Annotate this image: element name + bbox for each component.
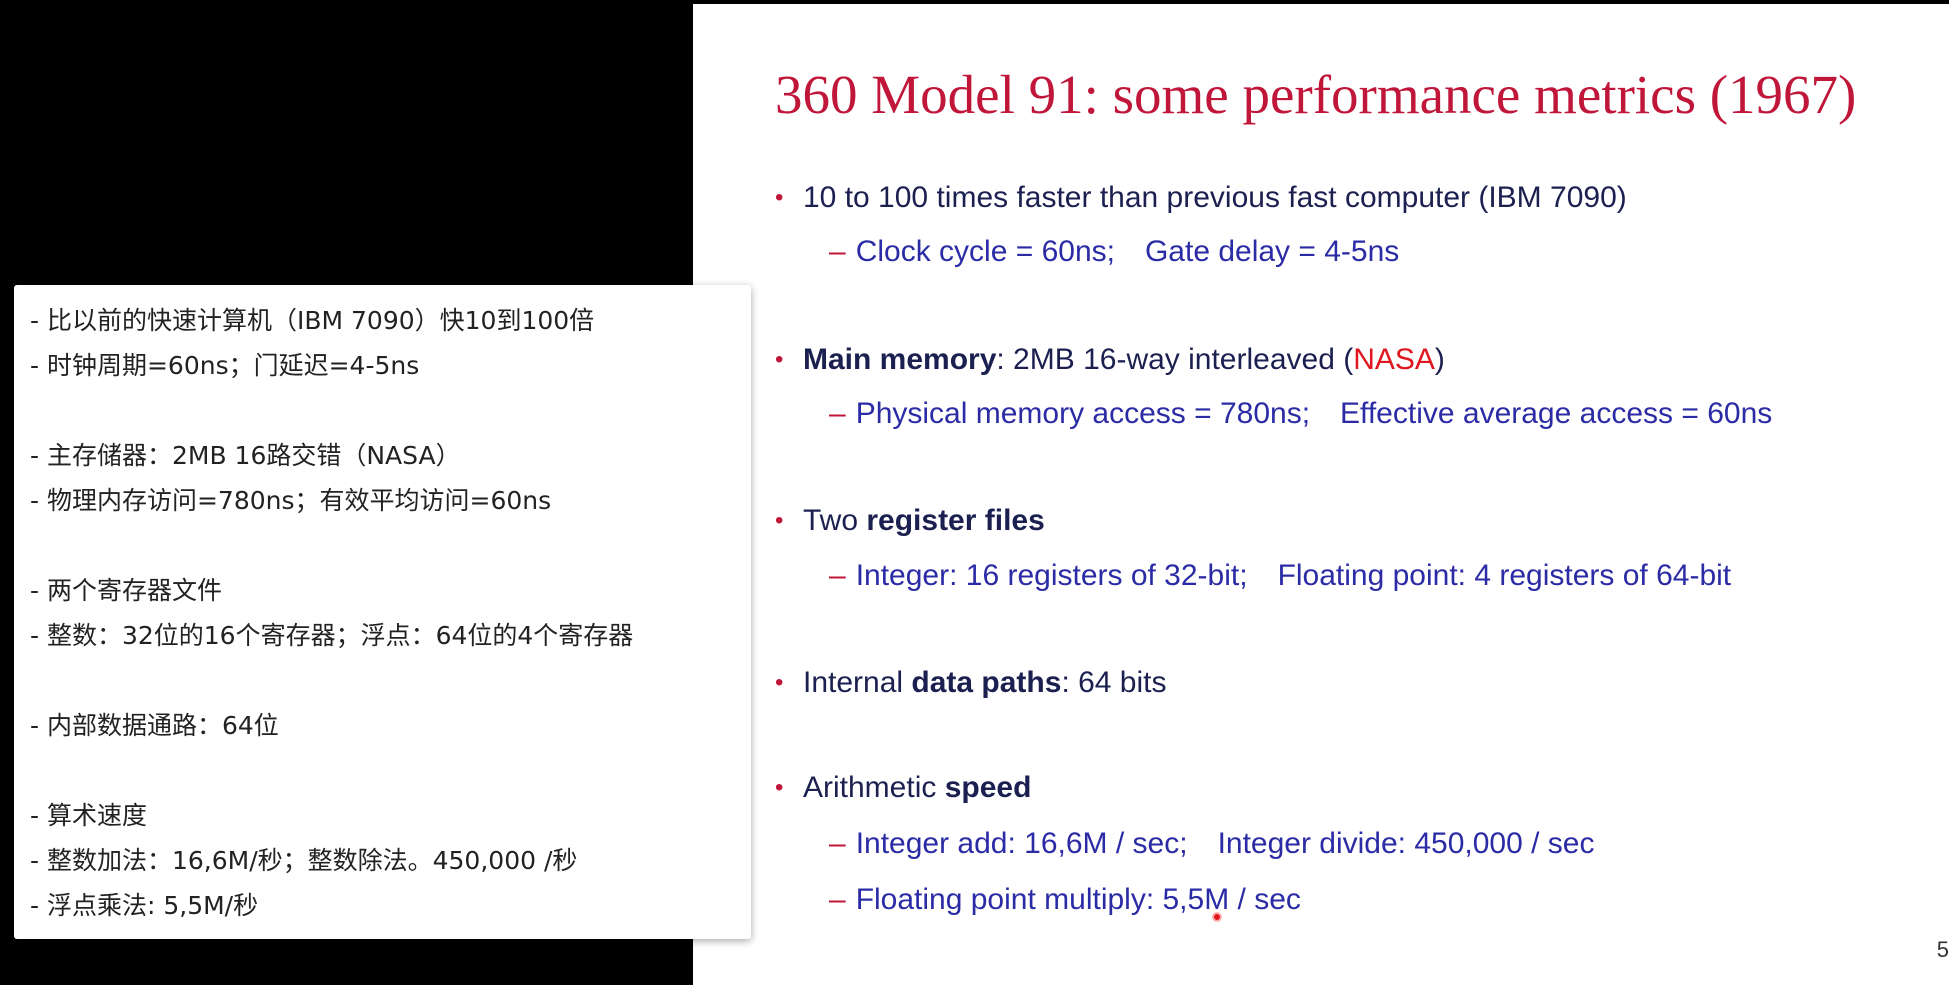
bullet-dot-icon: • (775, 669, 784, 696)
bullet-register-files: • Two register files (775, 504, 1045, 537)
subtitle-spacer (30, 523, 751, 568)
slide-page-number: 5 (1936, 937, 1949, 962)
bullet-dot-icon: • (775, 184, 784, 211)
subtitle-spacer (30, 658, 751, 703)
subtitle-line: - 算术速度 (30, 801, 147, 830)
bullet-speed-comparison: • 10 to 100 times faster than previous fa… (775, 181, 1627, 214)
subtitle-line: - 两个寄存器文件 (30, 576, 222, 605)
subtitle-line: - 主存储器：2MB 16路交错（NASA） (30, 441, 461, 470)
subtitle-line: - 浮点乘法: 5,5M/秒 (30, 891, 259, 920)
subtitle-line: - 整数：32位的16个寄存器；浮点：64位的4个寄存器 (30, 621, 634, 650)
subtitle-line: - 物理内存访问=780ns；有效平均访问=60ns (30, 486, 552, 515)
translation-subtitle-panel: - 比以前的快速计算机（IBM 7090）快10到100倍 - 时钟周期=60n… (14, 285, 751, 939)
subtitle-line: - 内部数据通路：64位 (30, 711, 279, 740)
bullet-main-memory: • Main memory: 2MB 16-way interleaved (NA… (775, 343, 1445, 376)
screen: 360 Model 91: some performance metrics (… (0, 0, 1949, 985)
presentation-slide: 360 Model 91: some performance metrics (… (693, 4, 1949, 985)
bullet-data-paths: • Internal data paths: 64 bits (775, 666, 1167, 699)
dash-icon: – (829, 883, 846, 916)
sub-bullet-integer-speed: – Integer add: 16,6M / sec; Integer divide… (829, 827, 1595, 860)
dash-icon: – (829, 235, 846, 268)
subtitle-line: - 比以前的快速计算机（IBM 7090）快10到100倍 (30, 306, 595, 335)
sub-bullet-memory-access: – Physical memory access = 780ns; Effectiv… (829, 397, 1773, 430)
nasa-highlight: NASA (1353, 343, 1435, 376)
bullet-arithmetic-speed: • Arithmetic speed (775, 771, 1032, 804)
subtitle-line: - 整数加法：16,6M/秒；整数除法。450,000 /秒 (30, 846, 578, 875)
subtitle-spacer (30, 748, 751, 793)
sub-bullet-registers: – Integer: 16 registers of 32-bit; Floatin… (829, 559, 1732, 592)
subtitle-spacer (30, 388, 751, 433)
bullet-dot-icon: • (775, 507, 784, 534)
dash-icon: – (829, 827, 846, 860)
subtitle-line: - 时钟周期=60ns；门延迟=4-5ns (30, 351, 420, 380)
pointer-cursor-icon (1212, 912, 1222, 922)
sub-bullet-float-speed: – Floating point multiply: 5,5M / sec (829, 883, 1301, 916)
dash-icon: – (829, 397, 846, 430)
slide-title: 360 Model 91: some performance metrics (… (775, 64, 1857, 125)
bullet-dot-icon: • (775, 774, 784, 801)
sub-bullet-clock: – Clock cycle = 60ns; Gate delay = 4-5ns (829, 235, 1400, 268)
dash-icon: – (829, 559, 846, 592)
bullet-dot-icon: • (775, 346, 784, 373)
